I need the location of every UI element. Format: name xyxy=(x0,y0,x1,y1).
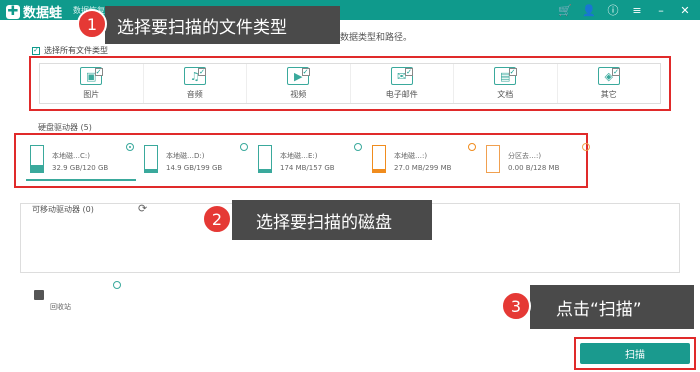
file-type-label: 音频 xyxy=(186,90,203,99)
disk-name: 本地磁…C:) xyxy=(52,152,90,160)
checkbox-icon[interactable]: ✓ xyxy=(301,68,310,76)
disk-name: 本地磁…D:) xyxy=(166,152,205,160)
scan-button-highlight: 扫描 xyxy=(574,337,696,370)
file-type-document[interactable]: ✓ ▤ 文档 xyxy=(454,64,558,103)
disk-size: 27.0 MB/299 MB xyxy=(394,164,452,172)
callout-1: 选择要扫描的文件类型 xyxy=(105,6,340,44)
file-type-label: 图片 xyxy=(83,90,100,99)
file-type-label: 视频 xyxy=(290,90,307,99)
disk-size: 0.00 B/128 MB xyxy=(508,164,560,172)
disk-name: 本地磁…:) xyxy=(394,152,428,160)
step-badge-2: 2 xyxy=(202,204,232,234)
menu-icon[interactable]: ≡ xyxy=(630,3,644,17)
disk-icon xyxy=(372,145,386,173)
minimize-icon[interactable]: – xyxy=(654,3,668,17)
disk-icon xyxy=(144,145,158,173)
disk-size: 14.9 GB/199 GB xyxy=(166,164,223,172)
disk-selected-bar xyxy=(26,179,136,181)
disk-name: 本地磁…E:) xyxy=(280,152,318,160)
disk-size: 174 MB/157 GB xyxy=(280,164,335,172)
trash-icon xyxy=(34,290,44,300)
file-type-video[interactable]: ✓ ▶ 视频 xyxy=(247,64,351,103)
recycle-bin-radio[interactable] xyxy=(113,281,121,289)
disk-radio[interactable] xyxy=(582,143,590,151)
disk-item[interactable]: 分区去…:) 0.00 B/128 MB xyxy=(482,141,592,181)
disk-icon xyxy=(486,145,500,173)
disk-icon xyxy=(258,145,272,173)
disk-item[interactable]: 本地磁…D:) 14.9 GB/199 GB xyxy=(140,141,250,181)
refresh-icon[interactable]: ⟳ xyxy=(138,202,147,215)
disk-size: 32.9 GB/120 GB xyxy=(52,164,109,172)
disk-section-title: 硬盘驱动器 (5) xyxy=(38,123,92,132)
step-badge-3: 3 xyxy=(501,291,531,321)
disk-radio[interactable] xyxy=(240,143,248,151)
checkbox-icon[interactable]: ✓ xyxy=(405,68,413,76)
checkbox-icon[interactable]: ✓ xyxy=(508,68,517,76)
file-type-label: 电子邮件 xyxy=(385,90,418,99)
checkbox-icon: ✓ xyxy=(32,46,40,55)
disk-radio[interactable] xyxy=(126,143,134,151)
close-icon[interactable]: ✕ xyxy=(678,3,692,17)
file-type-email[interactable]: ✓ ✉ 电子邮件 xyxy=(351,64,454,103)
disk-panel: 本地磁…C:) 32.9 GB/120 GB 本地磁…D:) 14.9 GB/199 … xyxy=(14,133,590,188)
scan-button[interactable]: 扫描 xyxy=(580,343,690,364)
file-type-label: 文档 xyxy=(497,90,514,99)
disk-radio[interactable] xyxy=(468,143,476,151)
disk-radio[interactable] xyxy=(354,143,362,151)
disk-icon xyxy=(30,145,44,173)
file-type-label: 其它 xyxy=(600,90,617,99)
file-type-other[interactable]: ✓ ◈ 其它 xyxy=(558,64,661,103)
file-type-audio[interactable]: ✓ ♫ 音频 xyxy=(144,64,247,103)
file-type-panel: ✓ ▣ 图片 ✓ ♫ 音频 ✓ ▶ 视频 ✓ ✉ 电子邮件 ✓ ▤ 文档 ✓ ◈ 其它 xyxy=(29,56,671,111)
app-logo: ✚ 数据蛙 xyxy=(6,2,62,21)
checkbox-icon[interactable]: ✓ xyxy=(94,68,103,76)
checkbox-icon[interactable]: ✓ xyxy=(198,68,206,76)
select-all-checkbox[interactable]: ✓ 选择所有文件类型 xyxy=(32,45,108,56)
callout-3: 点击“扫描” xyxy=(530,285,694,329)
file-type-image[interactable]: ✓ ▣ 图片 xyxy=(40,64,144,103)
user-icon[interactable]: 👤 xyxy=(582,3,596,17)
callout-2: 选择要扫描的磁盘 xyxy=(232,200,432,240)
cart-icon[interactable]: 🛒 xyxy=(558,3,572,17)
checkbox-icon[interactable]: ✓ xyxy=(612,68,620,76)
disk-item[interactable]: 本地磁…C:) 32.9 GB/120 GB xyxy=(26,141,136,181)
help-icon[interactable]: ⓘ xyxy=(606,3,620,17)
disk-name: 分区去…:) xyxy=(508,152,542,160)
recycle-bin-item[interactable]: 回收站 xyxy=(34,290,71,312)
logo-plus-icon: ✚ xyxy=(6,3,20,19)
disk-item[interactable]: 本地磁…E:) 174 MB/157 GB xyxy=(254,141,364,181)
step-badge-1: 1 xyxy=(77,9,107,39)
disk-item[interactable]: 本地磁…:) 27.0 MB/299 MB xyxy=(368,141,478,181)
removable-title: 可移动驱动器 (0) xyxy=(32,205,94,214)
app-name: 数据蛙 xyxy=(23,6,63,21)
